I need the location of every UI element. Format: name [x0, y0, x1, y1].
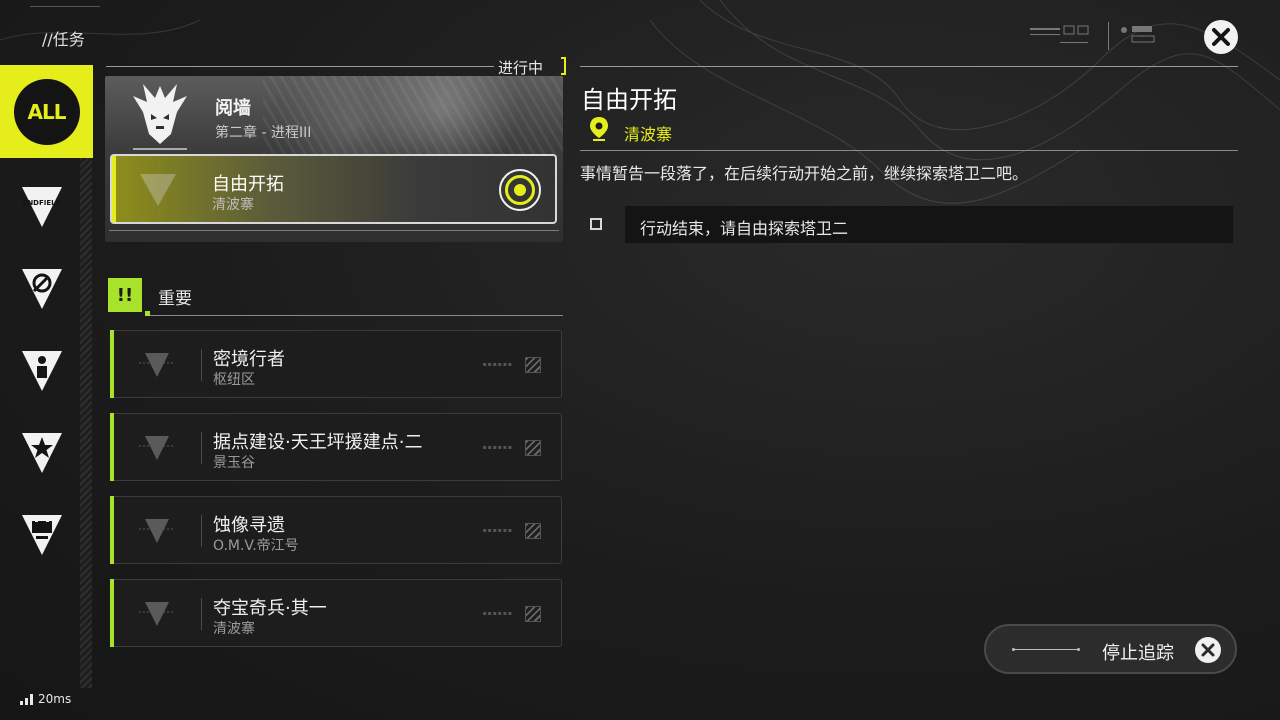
- quest-code-decoration: ▪▪▪▪▪▪: [482, 527, 513, 534]
- chapter-title: 阅墙: [215, 98, 251, 119]
- stop-tracking-label: 停止追踪: [1102, 643, 1174, 664]
- quest-location: 景玉谷: [213, 455, 255, 471]
- active-quest-accent: [112, 156, 116, 222]
- tab-explore[interactable]: [18, 265, 66, 313]
- quest-accent: [110, 579, 114, 647]
- important-badge: !!: [108, 278, 150, 316]
- tech-decoration: [1030, 22, 1155, 50]
- objective-row: 行动结束，请自由探索塔卫二: [625, 206, 1233, 243]
- quest-location: O.M.V.帝江号: [213, 538, 299, 554]
- category-sidebar: ALL ENDFIELD: [0, 65, 93, 720]
- quest-code-decoration: ▪▪▪▪▪▪: [482, 361, 513, 368]
- quest-separator: [201, 515, 202, 547]
- active-quest-title: 自由开拓: [212, 174, 284, 195]
- ping-value: 20ms: [38, 692, 72, 706]
- quest-title: 夺宝奇兵·其一: [213, 598, 327, 619]
- quest-title: 蚀像寻遗: [213, 515, 285, 536]
- tab-endfield[interactable]: ENDFIELD: [18, 183, 66, 231]
- quest-title: 据点建设·天王坪援建点·二: [213, 432, 423, 453]
- quest-type-icon: [139, 602, 175, 626]
- quest-location: 枢纽区: [213, 372, 255, 388]
- quest-hatch-icon: [525, 357, 541, 373]
- quest-type-icon: [139, 519, 175, 543]
- character-icon: [22, 351, 62, 391]
- quest-location: 清波寨: [213, 621, 255, 637]
- quest-title: 密境行者: [213, 349, 285, 370]
- tab-all-label: ALL: [13, 78, 80, 145]
- signal-icon: [20, 693, 33, 705]
- header-decoration: [30, 6, 100, 18]
- chapter-progress: 第二章 - 进程III: [215, 125, 312, 141]
- endfield-icon: ENDFIELD: [22, 187, 62, 227]
- quest-code-decoration: ▪▪▪▪▪▪: [482, 444, 513, 451]
- quest-type-icon: [139, 353, 175, 377]
- detail-top-divider: [580, 66, 1238, 67]
- in-progress-label: 进行中: [498, 59, 544, 77]
- tracking-ring: [505, 175, 535, 205]
- stop-tracking-close-icon: [1195, 637, 1221, 663]
- tab-star[interactable]: [18, 429, 66, 477]
- quest-item[interactable]: 密境行者 枢纽区 ▪▪▪▪▪▪: [110, 330, 562, 398]
- star-icon: [22, 433, 62, 473]
- endfield-icon-text: ENDFIELD: [23, 199, 62, 207]
- quest-item[interactable]: 据点建设·天王坪援建点·二 景玉谷 ▪▪▪▪▪▪: [110, 413, 562, 481]
- active-quest-item[interactable]: 自由开拓 清波寨: [110, 154, 557, 224]
- breadcrumb: //任务: [42, 30, 85, 49]
- important-divider: [150, 315, 563, 316]
- in-progress-divider: [106, 66, 494, 67]
- important-section-title: 重要: [158, 289, 192, 309]
- quest-accent: [110, 413, 114, 481]
- detail-divider: [580, 150, 1238, 151]
- in-progress-marker: [561, 57, 566, 75]
- quest-item[interactable]: 夺宝奇兵·其一 清波寨 ▪▪▪▪▪▪: [110, 579, 562, 647]
- quest-separator: [201, 598, 202, 630]
- quest-accent: [110, 330, 114, 398]
- tab-facility[interactable]: [18, 511, 66, 559]
- close-icon: [1201, 643, 1215, 657]
- chapter-emblem-icon: [133, 84, 187, 150]
- close-icon: [1212, 28, 1230, 46]
- quest-accent: [110, 496, 114, 564]
- explore-icon: [22, 269, 62, 309]
- quest-hatch-icon: [525, 440, 541, 456]
- close-button[interactable]: [1204, 20, 1238, 54]
- tab-character[interactable]: [18, 347, 66, 395]
- quest-separator: [201, 432, 202, 464]
- tracking-target-icon[interactable]: [499, 169, 541, 211]
- quest-separator: [201, 349, 202, 381]
- location-pin-icon: [590, 117, 608, 141]
- objective-checkbox: [590, 218, 602, 230]
- quest-item[interactable]: 蚀像寻遗 O.M.V.帝江号 ▪▪▪▪▪▪: [110, 496, 562, 564]
- stop-tracking-button[interactable]: 停止追踪: [984, 624, 1237, 674]
- active-quest-location: 清波寨: [212, 197, 254, 213]
- quest-detail-location: 清波寨: [624, 125, 673, 144]
- quest-hatch-icon: [525, 523, 541, 539]
- quest-hatch-icon: [525, 606, 541, 622]
- stop-tracking-decoration: [1012, 648, 1080, 651]
- tab-all[interactable]: ALL: [0, 65, 93, 158]
- quest-type-icon: [140, 174, 176, 206]
- quest-description: 事情暂告一段落了，在后续行动开始之前，继续探索塔卫二吧。: [580, 164, 1029, 183]
- quest-detail-title: 自由开拓: [581, 86, 677, 114]
- quest-type-icon: [139, 436, 175, 460]
- objective-text: 行动结束，请自由探索塔卫二: [640, 219, 849, 238]
- chapter-card-bottom-line: [109, 230, 559, 238]
- facility-icon: [22, 515, 62, 555]
- network-ping: 20ms: [20, 692, 71, 706]
- chapter-background-art: [263, 76, 563, 156]
- quest-code-decoration: ▪▪▪▪▪▪: [482, 610, 513, 617]
- tracking-dot: [514, 184, 526, 196]
